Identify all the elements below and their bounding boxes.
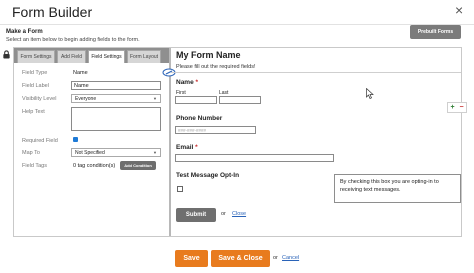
submit-button[interactable]: Submit xyxy=(176,208,216,222)
add-row-icon[interactable]: + xyxy=(450,104,454,111)
chevron-down-icon: ▼ xyxy=(153,150,157,155)
phone-placeholder: ###-###-#### xyxy=(178,127,207,133)
email-label-text: Email xyxy=(176,144,194,151)
remove-row-icon[interactable]: − xyxy=(459,104,463,111)
save-button[interactable]: Save xyxy=(175,250,208,267)
name-label-text: Name xyxy=(176,79,194,86)
form-title: My Form Name xyxy=(176,50,241,60)
field-label-input[interactable]: Name xyxy=(71,81,161,90)
help-text-label: Help Text xyxy=(22,109,45,115)
header-divider xyxy=(0,24,474,25)
map-to-label: Map To xyxy=(22,150,40,156)
save-and-close-button[interactable]: Save & Close xyxy=(211,250,270,267)
name-field-label: Name * xyxy=(176,79,198,86)
prebuilt-forms-button[interactable]: Prebuilt Forms xyxy=(410,25,461,39)
map-to-select[interactable]: Not Specified ▼ xyxy=(71,148,161,157)
required-field-checkbox[interactable] xyxy=(73,137,78,142)
row-controls: + − xyxy=(447,102,467,113)
required-marker: * xyxy=(195,79,199,86)
or-text: or xyxy=(221,211,226,217)
phone-field-label: Phone Number xyxy=(176,115,223,122)
map-to-select-value: Not Specified xyxy=(75,149,105,156)
tab-field-settings[interactable]: Field Settings xyxy=(88,50,125,63)
phone-input[interactable]: ###-###-#### xyxy=(175,126,256,134)
field-tags-count: 0 tag condition(s) xyxy=(73,163,116,169)
chevron-down-icon: ▼ xyxy=(153,96,157,101)
email-input[interactable] xyxy=(175,154,334,162)
form-close-link[interactable]: Close xyxy=(232,211,246,217)
select-help-text: Select an item below to begin adding fie… xyxy=(6,37,140,43)
visibility-select[interactable]: Everyone ▼ xyxy=(71,94,161,103)
field-tags-label: Field Tags xyxy=(22,163,47,169)
tab-form-layout[interactable]: Form Layout xyxy=(127,50,161,63)
sms-optin-help-tooltip: By checking this box you are opting-in t… xyxy=(334,174,461,203)
close-icon[interactable]: × xyxy=(455,3,463,17)
visibility-label: Visibility Level xyxy=(22,96,57,102)
cancel-link[interactable]: Cancel xyxy=(282,255,299,261)
sms-optin-label: Test Message Opt-In xyxy=(176,172,240,179)
help-text-textarea[interactable] xyxy=(71,107,161,131)
required-marker: * xyxy=(195,144,198,151)
mouse-cursor-icon xyxy=(366,88,374,99)
email-field-label: Email * xyxy=(176,144,198,151)
footer-or-text: or xyxy=(273,255,278,261)
field-type-label: Field Type xyxy=(22,70,48,76)
form-divider xyxy=(171,72,461,73)
field-label-input-value: Name xyxy=(74,82,89,89)
sms-optin-checkbox[interactable] xyxy=(177,186,183,192)
first-name-input[interactable] xyxy=(175,96,217,104)
make-form-heading: Make a Form xyxy=(6,29,43,35)
visibility-select-value: Everyone xyxy=(75,95,97,102)
field-type-value: Name xyxy=(73,70,88,76)
tab-add-field[interactable]: Add Field xyxy=(57,50,86,63)
required-field-label: Required Field xyxy=(22,138,58,144)
add-condition-button[interactable]: Add Condition xyxy=(120,161,156,170)
lock-icon[interactable] xyxy=(2,50,11,59)
last-name-input[interactable] xyxy=(219,96,261,104)
form-hint: Please fill out the required fields! xyxy=(176,64,256,70)
dialog-title: Form Builder xyxy=(12,4,93,20)
field-label-label: Field Label xyxy=(22,83,49,89)
tab-form-settings[interactable]: Form Settings xyxy=(17,50,55,63)
